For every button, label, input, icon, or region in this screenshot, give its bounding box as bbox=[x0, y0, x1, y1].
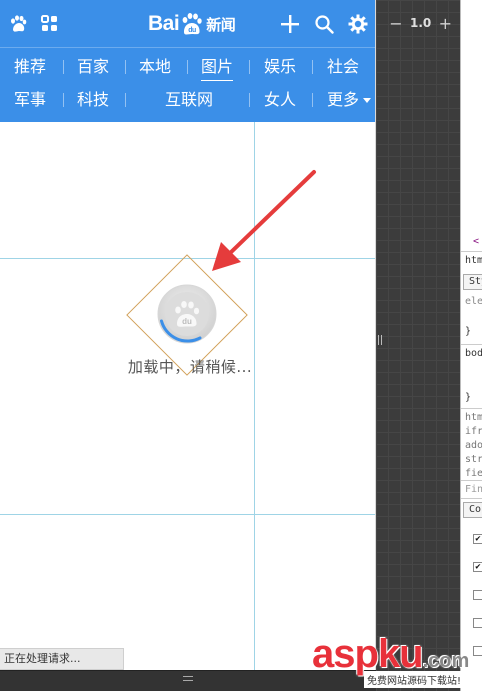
emulator-canvas bbox=[376, 0, 460, 691]
panel-divider bbox=[461, 480, 482, 481]
property-checkbox[interactable]: ✔ bbox=[473, 534, 482, 544]
panel-divider bbox=[461, 498, 482, 499]
style-rule-fragment: ele bbox=[465, 296, 482, 307]
zoom-out-button[interactable]: − bbox=[388, 14, 404, 33]
paw-icon[interactable] bbox=[6, 12, 30, 36]
nav-separator bbox=[249, 60, 250, 74]
baidu-news-logo[interactable]: Bai du 新闻 bbox=[148, 9, 236, 39]
devtools-panel: < htm Sty ele } bod } htm ifr ado str fi… bbox=[460, 0, 482, 691]
nav-tab-images[interactable]: 图片 bbox=[201, 54, 234, 81]
property-checkbox[interactable] bbox=[473, 618, 482, 628]
nav-tab-society[interactable]: 社会 bbox=[327, 52, 359, 82]
style-rule-fragment: bod bbox=[465, 348, 482, 359]
status-bar: 正在处理请求... bbox=[0, 648, 124, 670]
zoom-level: 1.0 bbox=[410, 16, 432, 30]
style-rule-fragment: ado bbox=[465, 440, 482, 451]
style-rule-fragment: } bbox=[465, 326, 472, 337]
nav-separator bbox=[125, 93, 126, 107]
style-rule-fragment: htm bbox=[465, 412, 482, 423]
computed-tab-label: Co bbox=[469, 504, 482, 515]
style-rule-fragment: fie bbox=[465, 468, 482, 479]
watermark-logo-asp: asp bbox=[312, 632, 379, 676]
watermark-subtitle: 免费网站源码下载站! bbox=[364, 671, 465, 688]
guide-line-horizontal bbox=[0, 514, 375, 515]
zoom-controls: − 1.0 + bbox=[388, 12, 453, 34]
nav-tab-local[interactable]: 本地 bbox=[139, 52, 171, 82]
nav-tab-internet[interactable]: 互联网 bbox=[165, 85, 213, 115]
zoom-in-button[interactable]: + bbox=[437, 14, 453, 33]
vertical-resize-grip-icon[interactable] bbox=[378, 330, 386, 345]
gear-icon[interactable] bbox=[346, 12, 370, 36]
breadcrumb-fragment[interactable]: htm bbox=[465, 255, 482, 266]
logo-badge: du bbox=[188, 27, 196, 34]
nav-tab-entertainment[interactable]: 娱乐 bbox=[264, 52, 296, 82]
nav-separator bbox=[249, 93, 250, 107]
logo-paw-icon: du bbox=[180, 12, 204, 36]
nav-separator bbox=[63, 60, 64, 74]
nav-row-secondary: 军事 科技 互联网 女人 更多 bbox=[0, 85, 375, 115]
nav-tab-more[interactable]: 更多 bbox=[327, 85, 372, 115]
nav-separator bbox=[312, 60, 313, 74]
nav-more-label: 更多 bbox=[327, 90, 360, 109]
nav-tab-military[interactable]: 军事 bbox=[14, 85, 46, 115]
style-rule-fragment: str bbox=[465, 454, 482, 465]
plus-icon[interactable] bbox=[278, 12, 302, 36]
nav-separator bbox=[125, 60, 126, 74]
loading-message: 加载中，请稍候... bbox=[127, 358, 253, 376]
nav-tab-tech[interactable]: 科技 bbox=[77, 85, 109, 115]
watermark-logo-domain: .com bbox=[422, 650, 470, 672]
loading-spinner: du bbox=[156, 283, 218, 345]
aspku-watermark: aspku.com 免费网站源码下载站! bbox=[312, 628, 482, 691]
panel-divider bbox=[461, 251, 482, 252]
logo-text: Bai bbox=[148, 12, 180, 35]
nav-tab-women[interactable]: 女人 bbox=[264, 85, 296, 115]
guide-line-vertical bbox=[254, 122, 255, 670]
property-checkbox[interactable]: ✔ bbox=[473, 562, 482, 572]
grid-icon[interactable] bbox=[38, 12, 62, 36]
nav-tab-baijia[interactable]: 百家 bbox=[77, 52, 109, 82]
panel-divider bbox=[461, 344, 482, 345]
nav-separator bbox=[312, 93, 313, 107]
nav-separator bbox=[63, 93, 64, 107]
styles-tab-label: Sty bbox=[469, 276, 482, 287]
style-rule-fragment: } bbox=[465, 392, 472, 403]
nav-row-primary: 推荐 百家 本地 图片 娱乐 社会 bbox=[0, 52, 375, 82]
app-header: Bai du 新闻 推荐 百家 本地 图片 娱乐 社会 军事 科技 互联网 女人… bbox=[0, 0, 375, 122]
logo-suffix: 新闻 bbox=[206, 15, 236, 34]
style-rule-fragment: ifr bbox=[465, 426, 482, 437]
property-checkbox[interactable] bbox=[473, 590, 482, 600]
mobile-viewport: Bai du 新闻 推荐 百家 本地 图片 娱乐 社会 军事 科技 互联网 女人… bbox=[0, 0, 376, 670]
nav-separator bbox=[187, 60, 188, 74]
panel-divider bbox=[461, 408, 482, 409]
resize-grip-icon[interactable] bbox=[183, 676, 193, 685]
loader-badge: du bbox=[182, 317, 192, 326]
nav-tab-recommend[interactable]: 推荐 bbox=[14, 52, 46, 82]
chevron-down-icon bbox=[363, 98, 372, 103]
search-icon[interactable] bbox=[312, 12, 336, 36]
watermark-logo-ku: ku bbox=[377, 632, 424, 676]
filter-input[interactable]: Fin bbox=[465, 484, 482, 495]
elements-tree-fragment[interactable]: < bbox=[473, 236, 479, 247]
header-divider bbox=[0, 47, 375, 48]
